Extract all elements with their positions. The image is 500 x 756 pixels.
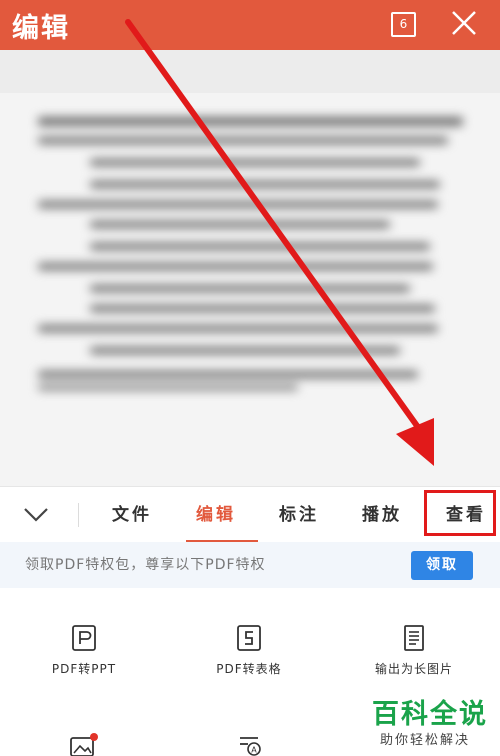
- tool-export-long-image[interactable]: 输出为长图片: [334, 624, 494, 677]
- page-title: 编辑: [12, 13, 70, 44]
- document-page: [0, 93, 500, 486]
- promo-banner: 领取PDF特权包，尊享以下PDF特权 领取: [0, 542, 500, 588]
- tab-divider: [78, 503, 79, 527]
- tool-text-recognition[interactable]: A: [169, 732, 329, 756]
- tab-play[interactable]: 播放: [362, 487, 402, 543]
- tool-label: 输出为长图片: [374, 662, 453, 676]
- pdf-to-excel-icon: [237, 625, 261, 651]
- promo-text: 领取PDF特权包，尊享以下PDF特权: [25, 557, 266, 573]
- watermark-main-text: 百科全说: [372, 699, 488, 730]
- chevron-down-icon[interactable]: [22, 505, 50, 525]
- blurred-document-content: [0, 93, 500, 486]
- pdf-to-ppt-icon: [72, 625, 96, 651]
- tool-image[interactable]: [4, 732, 164, 756]
- tool-pdf-to-excel[interactable]: PDF转表格: [169, 624, 329, 677]
- view-tab-highlight: [424, 490, 496, 536]
- page-count-button[interactable]: 6: [391, 12, 416, 37]
- image-icon: [70, 733, 98, 756]
- watermark-sub-text: 助你轻松解决: [380, 733, 471, 748]
- tab-annotate[interactable]: 标注: [279, 487, 319, 543]
- top-bar: 编辑 6: [0, 0, 500, 50]
- svg-text:A: A: [251, 746, 257, 755]
- close-icon[interactable]: [450, 9, 478, 37]
- tool-label: PDF转PPT: [51, 662, 117, 676]
- document-viewer[interactable]: [0, 50, 500, 486]
- tool-label: PDF转表格: [216, 662, 282, 676]
- tab-file[interactable]: 文件: [112, 487, 152, 543]
- tool-pdf-to-ppt[interactable]: PDF转PPT: [4, 624, 164, 677]
- text-recognition-icon: A: [240, 737, 261, 756]
- export-long-image-icon: [404, 625, 424, 651]
- tab-edit[interactable]: 编辑: [196, 487, 236, 543]
- claim-button[interactable]: 领取: [411, 551, 473, 580]
- watermark-logo: 百科全说 助你轻松解决: [372, 692, 492, 752]
